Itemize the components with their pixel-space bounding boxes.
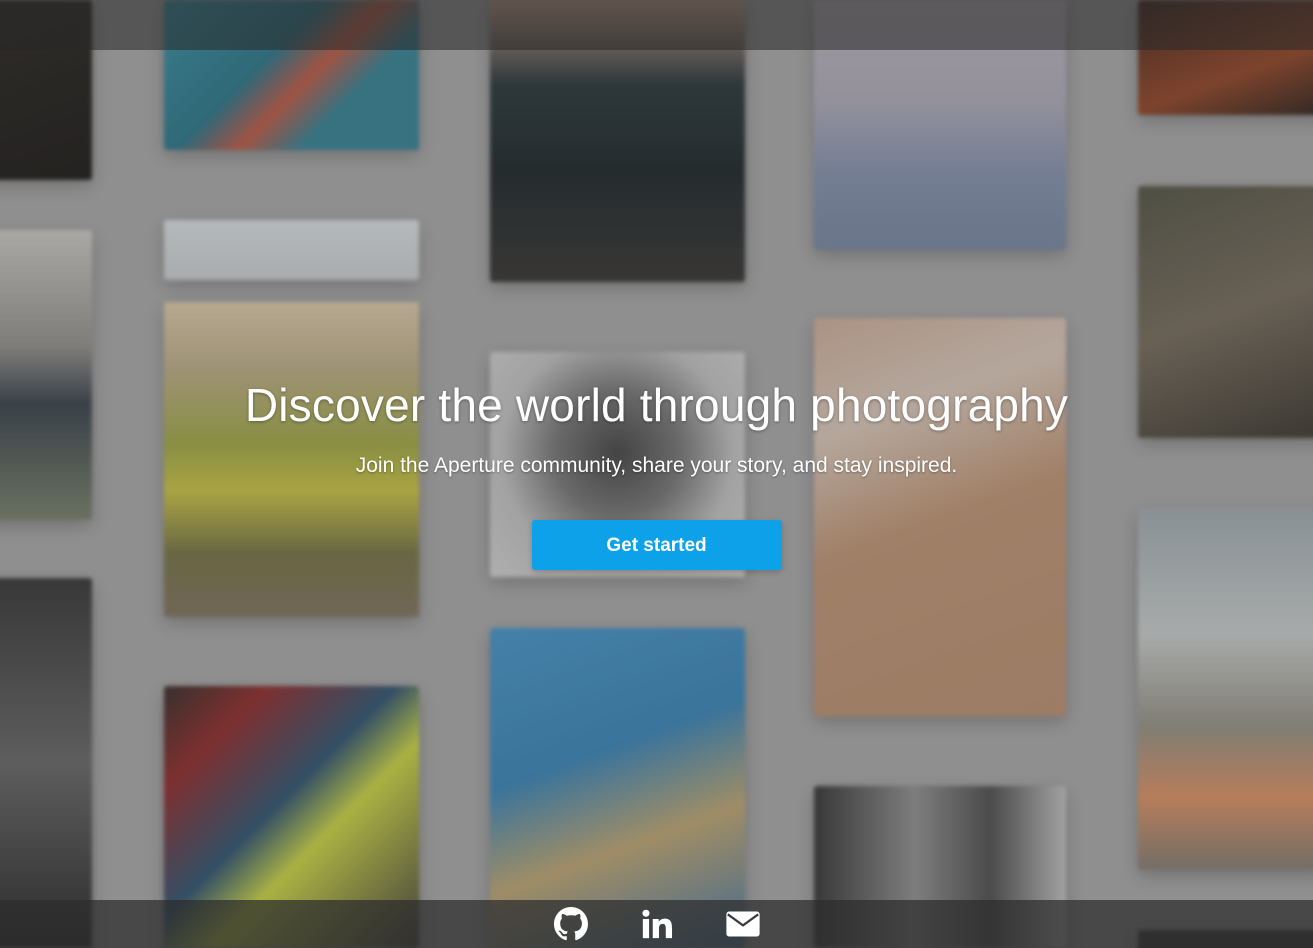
envelope-icon: [725, 911, 760, 937]
linkedin-link[interactable]: [639, 906, 675, 942]
email-link[interactable]: [725, 906, 761, 942]
github-link[interactable]: [553, 906, 589, 942]
linkedin-icon: [641, 909, 672, 939]
hero-title: Discover the world through photography: [244, 379, 1069, 431]
github-icon: [553, 907, 588, 941]
hero-subtitle: Join the Aperture community, share your …: [355, 454, 958, 477]
get-started-button[interactable]: Get started: [531, 520, 782, 570]
footer-bar: [0, 900, 1313, 948]
landing-page: Discover the world through photography J…: [0, 0, 1313, 948]
hero-section: Discover the world through photography J…: [0, 378, 1313, 570]
top-nav-bar: [0, 0, 1313, 50]
